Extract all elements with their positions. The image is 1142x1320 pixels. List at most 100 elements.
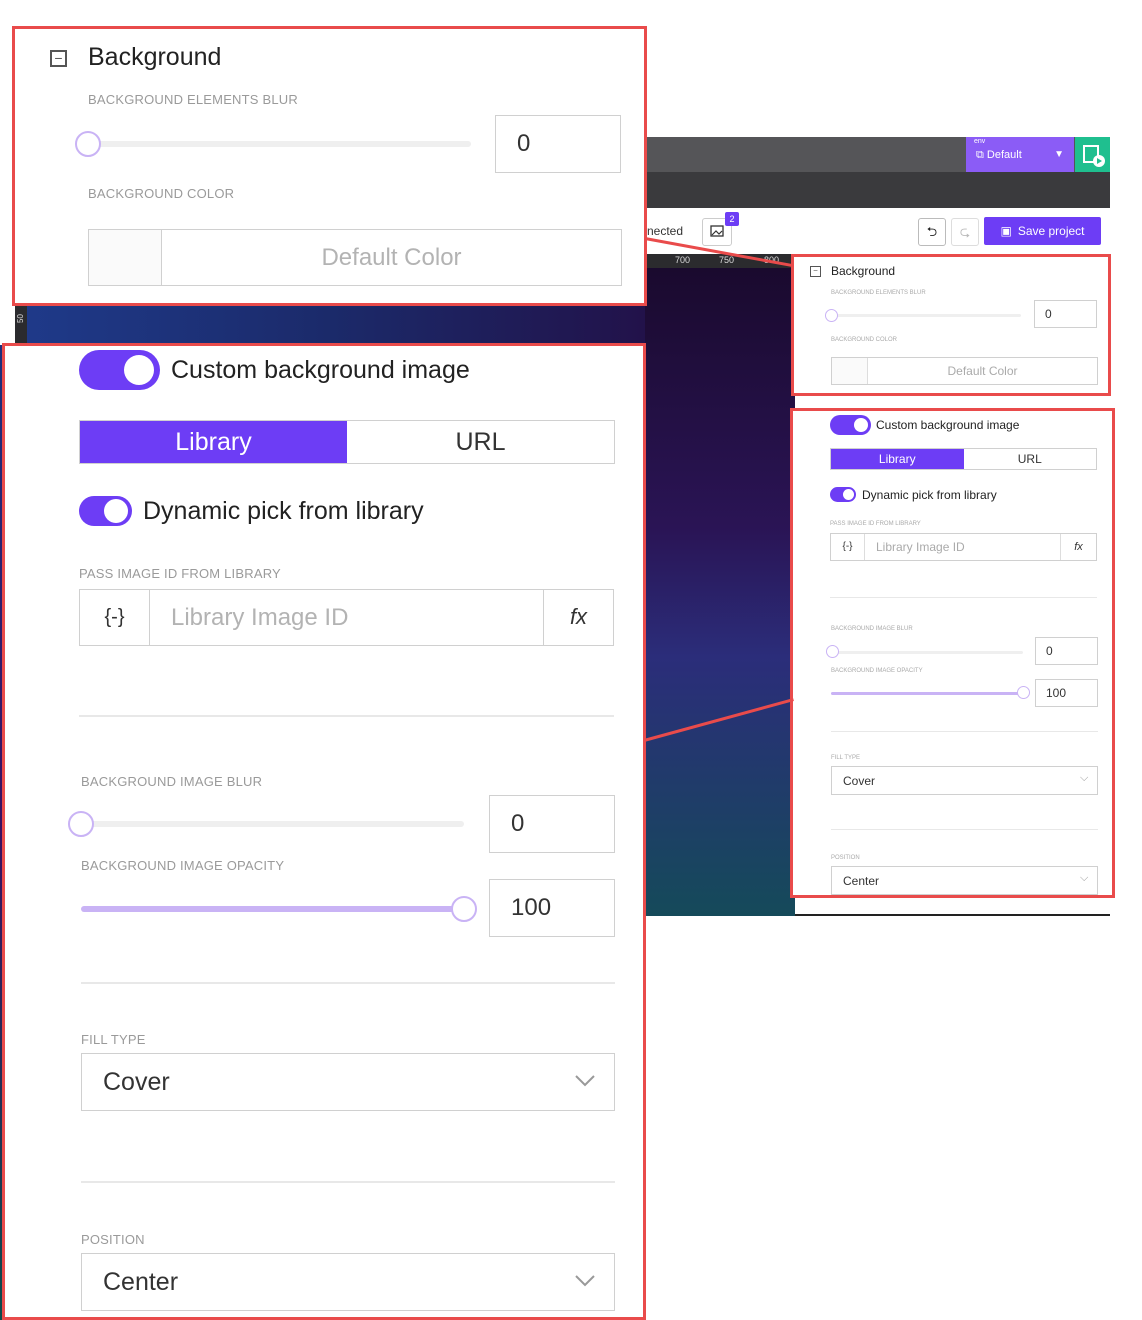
dynamic-pick-label: Dynamic pick from library xyxy=(143,497,424,525)
collapse-icon[interactable]: − xyxy=(810,266,821,277)
undo-icon: ⮌ xyxy=(926,224,938,239)
color-swatch[interactable] xyxy=(832,358,868,384)
image-opacity-label: BACKGROUND IMAGE OPACITY xyxy=(831,668,923,674)
divider xyxy=(81,982,615,984)
ruler-tick: 700 xyxy=(675,255,691,265)
color-placeholder: Default Color xyxy=(947,364,1018,378)
divider xyxy=(81,1181,615,1183)
highlight-background-small: − Background BACKGROUND ELEMENTS BLUR 0 … xyxy=(791,254,1111,396)
divider xyxy=(79,715,614,717)
image-opacity-slider[interactable] xyxy=(1017,686,1030,699)
connection-status: nected xyxy=(647,224,684,238)
save-project-button[interactable]: ▣ Save project xyxy=(984,217,1101,245)
library-image-id-placeholder[interactable]: Library Image ID xyxy=(865,540,1060,554)
image-opacity-input[interactable]: 100 xyxy=(1035,679,1098,707)
custom-image-toggle[interactable] xyxy=(79,350,160,390)
tab-library[interactable]: Library xyxy=(80,421,347,463)
save-project-label: Save project xyxy=(1017,224,1085,238)
fill-type-value: Cover xyxy=(843,773,876,788)
image-opacity-input[interactable]: 100 xyxy=(489,879,615,937)
image-blur-slider[interactable] xyxy=(826,645,839,658)
variable-icon[interactable]: {-} xyxy=(831,534,865,560)
elements-blur-slider[interactable] xyxy=(75,131,101,157)
divider xyxy=(831,829,1098,830)
tab-url[interactable]: URL xyxy=(347,421,614,463)
collapse-icon[interactable]: − xyxy=(50,50,67,67)
fill-type-label: FILL TYPE xyxy=(831,755,861,761)
custom-image-label: Custom background image xyxy=(171,356,470,384)
ruler-tick: 750 xyxy=(719,255,735,265)
position-value: Center xyxy=(103,1267,179,1296)
slider-track xyxy=(88,141,471,147)
chevron-down-icon: ⌵ xyxy=(1080,872,1089,884)
color-placeholder: Default Color xyxy=(321,243,462,271)
caret-down-icon: ▼ xyxy=(1054,149,1064,160)
slider-track xyxy=(831,314,1021,317)
color-label: BACKGROUND COLOR xyxy=(831,337,898,343)
library-image-id-field[interactable]: {-} Library Image ID fx xyxy=(830,533,1097,561)
copy-icon: ⧉ xyxy=(976,149,984,161)
pass-id-label: PASS IMAGE ID FROM LIBRARY xyxy=(830,521,921,527)
fx-button[interactable]: fx xyxy=(1060,534,1096,560)
tab-library[interactable]: Library xyxy=(831,449,964,469)
chevron-down-icon xyxy=(575,1075,595,1087)
highlight-image-small: Custom background image Library URL Dyna… xyxy=(790,408,1115,898)
position-label: POSITION xyxy=(81,1232,145,1247)
toggle-knob xyxy=(843,489,854,500)
slider-track xyxy=(81,821,464,827)
image-opacity-label: BACKGROUND IMAGE OPACITY xyxy=(81,858,285,873)
elements-blur-input[interactable]: 0 xyxy=(495,115,621,173)
redo-icon: ⮎ xyxy=(959,224,971,239)
toggle-knob xyxy=(104,499,128,523)
vruler-tick: 50 xyxy=(15,314,25,323)
image-blur-input[interactable]: 0 xyxy=(489,795,615,853)
vertical-ruler: 50 xyxy=(15,300,27,348)
slider-fill xyxy=(831,692,1023,695)
custom-image-label: Custom background image xyxy=(876,418,1020,432)
fill-type-label: FILL TYPE xyxy=(81,1032,146,1047)
dynamic-pick-toggle[interactable] xyxy=(79,496,132,526)
divider xyxy=(831,731,1098,732)
divider xyxy=(830,597,1097,598)
library-image-id-placeholder[interactable]: Library Image ID xyxy=(150,604,543,632)
env-value-text: Default xyxy=(986,149,1022,161)
preview-button[interactable] xyxy=(1075,137,1110,172)
fx-button[interactable]: fx xyxy=(543,590,613,645)
elements-blur-label: BACKGROUND ELEMENTS BLUR xyxy=(88,92,298,107)
image-opacity-slider[interactable] xyxy=(451,896,477,922)
elements-blur-slider[interactable] xyxy=(825,309,838,322)
image-blur-input[interactable]: 0 xyxy=(1035,637,1098,665)
position-select[interactable]: Center xyxy=(81,1253,615,1311)
env-selector[interactable]: env ⧉ Default ▼ xyxy=(966,137,1074,172)
color-field[interactable]: Default Color xyxy=(88,229,622,286)
source-tabs: Library URL xyxy=(79,420,615,464)
redo-button[interactable]: ⮎ xyxy=(951,218,979,246)
canvas-area[interactable] xyxy=(645,268,795,916)
tab-url[interactable]: URL xyxy=(963,449,1096,469)
dynamic-pick-label: Dynamic pick from library xyxy=(862,488,997,502)
custom-image-toggle[interactable] xyxy=(830,415,871,435)
zoom-background-panel: − Background BACKGROUND ELEMENTS BLUR 0 … xyxy=(12,26,647,306)
library-image-id-field[interactable]: {-} Library Image ID fx xyxy=(79,589,614,646)
color-label: BACKGROUND COLOR xyxy=(88,186,235,201)
position-label: POSITION xyxy=(831,855,860,861)
variable-icon[interactable]: {-} xyxy=(80,590,150,645)
color-swatch[interactable] xyxy=(89,230,162,285)
section-title: Background xyxy=(831,264,896,278)
toggle-knob xyxy=(854,418,868,432)
image-blur-label: BACKGROUND IMAGE BLUR xyxy=(81,774,263,789)
slider-track xyxy=(831,651,1023,654)
color-field[interactable]: Default Color xyxy=(831,357,1098,385)
chevron-down-icon xyxy=(575,1275,595,1287)
undo-button[interactable]: ⮌ xyxy=(918,218,946,246)
position-select[interactable]: Center xyxy=(831,866,1098,895)
elements-blur-label: BACKGROUND ELEMENTS BLUR xyxy=(831,290,926,296)
secondary-bar xyxy=(645,172,1110,208)
image-blur-slider[interactable] xyxy=(68,811,94,837)
fill-type-select[interactable]: Cover xyxy=(831,766,1098,795)
panel-bottom-border xyxy=(795,914,1110,916)
env-value: ⧉ Default xyxy=(976,149,1022,162)
elements-blur-input[interactable]: 0 xyxy=(1034,300,1097,328)
fill-type-select[interactable]: Cover xyxy=(81,1053,615,1111)
dynamic-pick-toggle[interactable] xyxy=(830,487,856,502)
